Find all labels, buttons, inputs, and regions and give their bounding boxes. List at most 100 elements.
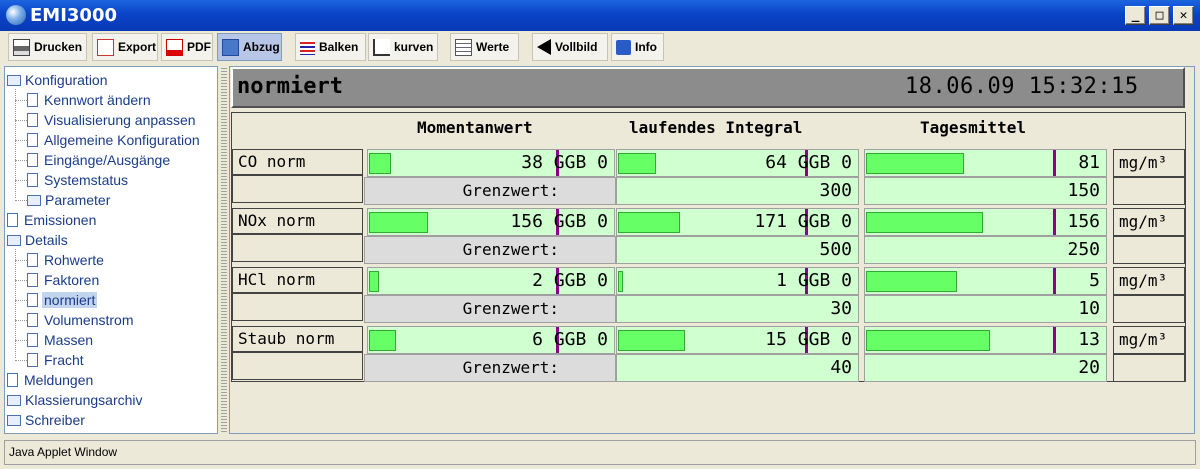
toolbar-button-label: Werte xyxy=(476,40,510,54)
value-bar-fill xyxy=(369,330,396,351)
toolbar-button-info[interactable]: Info xyxy=(611,33,664,61)
value-text: 6 GGB 0 xyxy=(532,329,608,350)
toolbar-button-label: kurven xyxy=(394,40,434,54)
value-text: 156 GGB 0 xyxy=(510,211,608,232)
toolbar-button-label: Abzug xyxy=(243,40,280,54)
tree-item-eingänge-ausgänge[interactable]: Eingänge/Ausgänge xyxy=(27,151,172,169)
folder-icon xyxy=(7,235,21,246)
tree-item-label: Rohwerte xyxy=(44,252,104,268)
toolbar-button-label: Drucken xyxy=(34,40,83,54)
tree-connector xyxy=(15,340,27,341)
document-icon xyxy=(27,353,38,367)
tree-item-emissionen[interactable]: Emissionen xyxy=(7,211,98,229)
tree-item-allgemeine-konfiguration[interactable]: Allgemeine Konfiguration xyxy=(27,131,202,149)
tree-item-konfiguration[interactable]: Konfiguration xyxy=(7,71,110,89)
row-name-spacer xyxy=(232,175,363,203)
grenzwert-label: Grenzwert: xyxy=(364,354,616,382)
status-bar: Java Applet Window xyxy=(4,440,1196,465)
value-text: 64 GGB 0 xyxy=(765,152,852,173)
value-cell-momentan: 156 GGB 0 xyxy=(367,208,615,236)
tree-connector xyxy=(15,320,27,321)
toolbar-button-kurven[interactable]: kurven xyxy=(368,33,438,61)
toolbar-button-pdf[interactable]: PDF xyxy=(161,33,213,61)
printer-icon xyxy=(13,38,30,56)
toolbar-button-drucken[interactable]: Drucken xyxy=(8,33,87,61)
tree-item-schreiber[interactable]: Schreiber xyxy=(7,411,87,429)
tree-connector xyxy=(15,300,27,301)
tree-item-label: Faktoren xyxy=(44,272,100,288)
unit-spacer xyxy=(1113,177,1185,205)
tree-connector xyxy=(15,249,16,358)
arrow-left-icon xyxy=(537,39,551,55)
value-bar-fill xyxy=(618,271,623,292)
tree-item-faktoren[interactable]: Faktoren xyxy=(27,271,101,289)
toolbar-button-balken[interactable]: Balken xyxy=(295,33,366,61)
toolbar-button-vollbild[interactable]: Vollbild xyxy=(532,33,608,61)
tree-connector xyxy=(15,360,27,361)
panel-datetime: 18.06.09 15:32:15 xyxy=(905,74,1139,99)
value-text: 15 GGB 0 xyxy=(765,329,852,350)
limit-marker xyxy=(1053,268,1056,294)
value-cell-integral: 15 GGB 0 xyxy=(616,326,859,354)
tree-item-kennwort-ändern[interactable]: Kennwort ändern xyxy=(27,91,153,109)
tree-item-label: Parameter xyxy=(45,192,111,208)
document-icon xyxy=(7,373,18,387)
curve-icon xyxy=(373,38,390,56)
navigation-tree[interactable]: Konfiguration Kennwort ändern Visualisieru… xyxy=(4,66,218,434)
tree-item-label: Konfiguration xyxy=(25,72,108,88)
tree-item-normiert[interactable]: normiert xyxy=(27,291,98,309)
tree-item-fracht[interactable]: Fracht xyxy=(27,351,86,369)
screenshot-icon xyxy=(222,38,239,56)
row-name-nox-norm: NOx norm xyxy=(232,208,363,234)
tree-item-massen[interactable]: Massen xyxy=(27,331,95,349)
toolbar-button-label: Export xyxy=(118,40,157,54)
maximize-button[interactable]: □ xyxy=(1149,6,1170,25)
value-text: 171 GGB 0 xyxy=(754,211,852,232)
toolbar-button-export[interactable]: Export xyxy=(92,33,158,61)
tree-item-systemstatus[interactable]: Systemstatus xyxy=(27,171,130,189)
toolbar-button-label: PDF xyxy=(187,40,211,54)
pdf-icon xyxy=(166,38,183,56)
tree-connector xyxy=(15,200,27,201)
close-button[interactable]: ✕ xyxy=(1173,6,1194,25)
tree-item-klassierungsarchiv[interactable]: Klassierungsarchiv xyxy=(7,391,145,409)
unit-label: mg/m³ xyxy=(1113,149,1185,177)
tree-item-label: Visualisierung anpassen xyxy=(44,112,196,128)
unit-label: mg/m³ xyxy=(1113,208,1185,236)
tree-connector xyxy=(15,160,27,161)
document-icon xyxy=(27,113,38,127)
toolbar-button-abzug[interactable]: Abzug xyxy=(217,33,282,61)
unit-spacer xyxy=(1113,354,1185,382)
value-bar-fill xyxy=(618,212,680,233)
document-icon xyxy=(7,213,18,227)
limit-marker xyxy=(1053,150,1056,176)
tree-item-volumenstrom[interactable]: Volumenstrom xyxy=(27,311,135,329)
tree-item-parameter[interactable]: Parameter xyxy=(27,191,112,209)
tree-connector xyxy=(15,120,27,121)
grenzwert-label: Grenzwert: xyxy=(364,236,616,264)
tree-item-visualisierung-anpassen[interactable]: Visualisierung anpassen xyxy=(27,111,198,129)
tree-item-meldungen[interactable]: Meldungen xyxy=(7,371,95,389)
minimize-button[interactable]: _ xyxy=(1125,6,1146,25)
row-name-staub-norm: Staub norm xyxy=(232,326,363,352)
value-cell-momentan: 2 GGB 0 xyxy=(367,267,615,295)
folder-icon xyxy=(7,415,21,426)
grenzwert-tagesmittel: 20 xyxy=(864,354,1107,382)
row-name-spacer xyxy=(232,352,363,380)
toolbar-button-label: Info xyxy=(635,40,657,54)
value-cell-integral: 171 GGB 0 xyxy=(616,208,859,236)
value-cell-tages: 81 xyxy=(864,149,1107,177)
toolbar-button-werte[interactable]: Werte xyxy=(450,33,519,61)
grenzwert-label: Grenzwert: xyxy=(364,295,616,323)
title-bar xyxy=(0,0,1200,31)
document-icon xyxy=(27,333,38,347)
tree-item-details[interactable]: Details xyxy=(7,231,70,249)
splitter-handle[interactable] xyxy=(221,66,227,434)
tree-connector xyxy=(15,280,27,281)
grenzwert-label: Grenzwert: xyxy=(364,177,616,205)
value-bar-fill xyxy=(866,330,990,351)
tree-item-label: Systemstatus xyxy=(44,172,129,188)
tree-item-rohwerte[interactable]: Rohwerte xyxy=(27,251,106,269)
value-cell-tages: 156 xyxy=(864,208,1107,236)
grenzwert-integral: 500 xyxy=(616,236,859,264)
